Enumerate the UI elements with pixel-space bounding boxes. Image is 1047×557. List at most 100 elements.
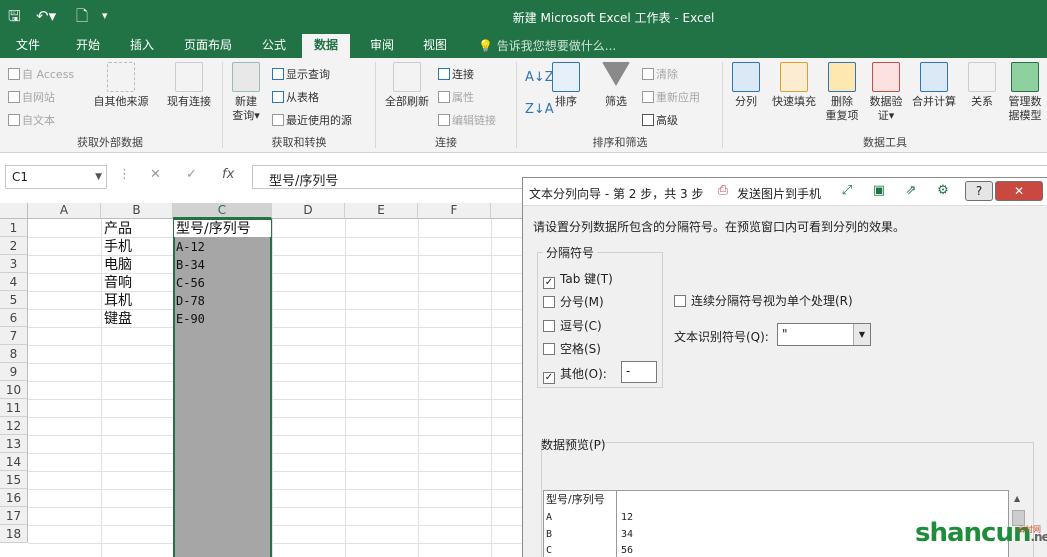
existing-connections-button[interactable]: 现有连接 (164, 62, 214, 109)
row-header[interactable]: 8 (0, 345, 28, 363)
tab-file[interactable]: 文件 (16, 37, 40, 54)
save-image-icon[interactable]: ▣ (871, 183, 887, 199)
column-header[interactable]: D (272, 203, 345, 219)
row-header[interactable]: 2 (0, 237, 28, 255)
help-button[interactable]: ? (965, 181, 993, 201)
other-delimiter-input[interactable]: - (621, 361, 657, 383)
advanced-filter-button[interactable]: 高级 (642, 112, 678, 128)
relationships-button[interactable]: 关系 (964, 62, 1000, 109)
column-header[interactable]: A (28, 203, 101, 219)
cell-b5[interactable]: 耳机 (104, 292, 132, 310)
manage-data-model-button[interactable]: 管理数 据模型 (1004, 62, 1046, 123)
cell-b3[interactable]: 电脑 (104, 256, 132, 274)
space-checkbox[interactable]: 空格(S) (543, 340, 601, 357)
row-header[interactable]: 6 (0, 309, 28, 327)
select-all-corner[interactable] (0, 203, 28, 219)
send-to-phone-button[interactable]: 发送图片到手机 (737, 185, 821, 202)
cancel-icon[interactable]: ✕ (150, 167, 161, 182)
from-text-button[interactable]: 自文本 (8, 112, 55, 128)
cell-c3[interactable]: B-34 (176, 256, 205, 274)
insert-function-icon[interactable]: fx (222, 167, 234, 182)
tab-insert[interactable]: 插入 (130, 37, 154, 54)
from-access-button[interactable]: 自 Access (8, 66, 74, 82)
flash-fill-button[interactable]: 快速填充 (768, 62, 820, 109)
semicolon-checkbox[interactable]: 分号(M) (543, 293, 604, 310)
consecutive-checkbox[interactable]: 连续分隔符号视为单个处理(R) (674, 292, 853, 309)
checkbox[interactable] (543, 320, 555, 332)
from-web-button[interactable]: 自网站 (8, 89, 55, 105)
consolidate-button[interactable]: 合并计算 (908, 62, 960, 109)
row-header[interactable]: 16 (0, 489, 28, 507)
sort-button[interactable]: 排序 (548, 62, 584, 109)
name-box[interactable]: C1 ▼ (5, 165, 107, 189)
recent-sources-button[interactable]: 最近使用的源 (272, 112, 352, 128)
show-queries-button[interactable]: 显示查询 (272, 66, 330, 82)
row-header[interactable]: 15 (0, 471, 28, 489)
tab-formulas[interactable]: 公式 (262, 37, 286, 54)
refresh-all-button[interactable]: 全部刷新 (380, 62, 434, 109)
row-header[interactable]: 4 (0, 273, 28, 291)
data-validation-button[interactable]: 数据验 证▾ (864, 62, 908, 123)
tab-checkbox[interactable]: ✓ Tab 键(T) (543, 270, 613, 289)
text-qualifier-select[interactable]: " ▼ (777, 323, 871, 346)
checkbox[interactable] (543, 343, 555, 355)
comma-checkbox[interactable]: 逗号(C) (543, 317, 602, 334)
cell-b6[interactable]: 键盘 (104, 310, 132, 328)
cell-c1[interactable]: 型号/序列号 (176, 220, 251, 238)
cell-c2[interactable]: A-12 (176, 238, 205, 256)
row-header[interactable]: 5 (0, 291, 28, 309)
phone-send-icon[interactable]: ⎙ (715, 183, 731, 199)
tab-home[interactable]: 开始 (76, 37, 100, 54)
tell-me-search[interactable]: 💡 告诉我您想要做什么... (478, 37, 616, 54)
row-header[interactable]: 11 (0, 399, 28, 417)
row-header[interactable]: 1 (0, 219, 28, 237)
new-query-button[interactable]: 新建 查询▾ (228, 62, 264, 123)
tab-data[interactable]: 数据 (302, 34, 351, 58)
from-other-sources-button[interactable]: 自其他来源 (90, 62, 152, 109)
other-checkbox[interactable]: ✓ 其他(O): (543, 365, 607, 384)
tab-review[interactable]: 审阅 (370, 37, 394, 54)
share-icon[interactable]: ⇗ (903, 183, 919, 199)
clear-filter-button[interactable]: 清除 (642, 66, 678, 82)
gear-icon[interactable]: ⚙ (935, 183, 951, 199)
row-header[interactable]: 9 (0, 363, 28, 381)
checkbox[interactable]: ✓ (543, 277, 555, 289)
row-header[interactable]: 12 (0, 417, 28, 435)
checkbox[interactable] (543, 296, 555, 308)
reapply-button[interactable]: 重新应用 (642, 89, 700, 105)
worksheet-grid[interactable]: A B C D E F 产品 手机 电脑 音响 耳机 键盘 型号/序列号 A-1… (0, 199, 522, 557)
from-table-button[interactable]: 从表格 (272, 89, 319, 105)
chevron-down-icon[interactable]: ▼ (95, 172, 102, 182)
tab-page-layout[interactable]: 页面布局 (184, 37, 232, 54)
row-header[interactable]: 10 (0, 381, 28, 399)
column-header[interactable]: B (101, 203, 173, 219)
cell-c5[interactable]: D-78 (176, 292, 205, 310)
text-to-columns-button[interactable]: 分列 (728, 62, 764, 109)
column-header-selected[interactable]: C (173, 203, 272, 219)
remove-duplicates-button[interactable]: 删除 重复项 (822, 62, 862, 123)
scroll-up-icon[interactable]: ▲ (1014, 494, 1020, 503)
connections-button[interactable]: 连接 (438, 66, 474, 82)
checkbox[interactable]: ✓ (543, 372, 555, 384)
row-header[interactable]: 13 (0, 435, 28, 453)
cell-c6[interactable]: E-90 (176, 310, 205, 328)
filter-button[interactable]: 筛选 (598, 62, 634, 109)
cell-b2[interactable]: 手机 (104, 238, 132, 256)
column-header[interactable] (491, 203, 522, 219)
close-button[interactable]: ✕ (995, 181, 1043, 201)
tab-view[interactable]: 视图 (423, 37, 447, 54)
expand-icon[interactable]: ⤢ (839, 183, 855, 199)
cell-b4[interactable]: 音响 (104, 274, 132, 292)
row-header[interactable]: 7 (0, 327, 28, 345)
cell-c4[interactable]: C-56 (176, 274, 205, 292)
row-header[interactable]: 17 (0, 507, 28, 525)
checkbox[interactable] (674, 295, 686, 307)
column-header[interactable]: E (345, 203, 418, 219)
cell-b1[interactable]: 产品 (104, 220, 132, 238)
chevron-down-icon[interactable]: ▼ (853, 324, 870, 345)
edit-links-button[interactable]: 编辑链接 (438, 112, 496, 128)
row-header[interactable]: 18 (0, 525, 28, 543)
properties-button[interactable]: 属性 (438, 89, 474, 105)
row-header[interactable]: 3 (0, 255, 28, 273)
row-header[interactable]: 14 (0, 453, 28, 471)
